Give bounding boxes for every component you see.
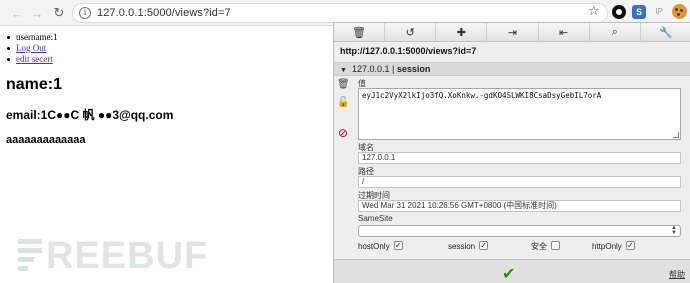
- undo-icon: ↺: [405, 27, 415, 39]
- save-checkmark-icon[interactable]: ✔: [502, 264, 515, 283]
- back-button[interactable]: ←: [8, 4, 26, 22]
- bookmark-star-icon[interactable]: ☆: [588, 3, 600, 19]
- text-line: aaaaaaaaaaaaa: [6, 134, 86, 146]
- cookie-value-text: eyJ1c2VyX2lkIjo3fQ.XoKnkw.-gdKO4SLWKI8Cs…: [362, 91, 602, 100]
- name-heading: name:1: [6, 76, 63, 93]
- httponly-label: httpOnly: [592, 242, 622, 251]
- url-text[interactable]: 127.0.0.1:5000/views?id=7: [97, 7, 231, 19]
- delete-cookie-icon[interactable]: 🗑: [337, 79, 350, 91]
- user-menu: username:1 Log Out edit secert: [6, 32, 57, 65]
- session-flag: session ✓: [448, 241, 489, 253]
- forward-button[interactable]: →: [28, 4, 46, 22]
- username-text: username:1: [16, 32, 58, 42]
- export-button[interactable]: ⇤: [539, 23, 590, 42]
- import-button[interactable]: ⇥: [487, 23, 539, 42]
- cookie-value-textarea[interactable]: eyJ1c2VyX2lkIjo3fQ.XoKnkw.-gdKO4SLWKI8Cs…: [358, 88, 681, 140]
- domain-field[interactable]: 127.0.0.1: [358, 152, 681, 164]
- menu-item-logout: Log Out: [6, 43, 57, 54]
- hostonly-label: hostOnly: [358, 242, 390, 251]
- email-heading: email:1C●●C 帆 ●●3@qq.com: [6, 108, 174, 122]
- select-arrows-icon: ▲ ▼: [671, 225, 677, 236]
- page-content: username:1 Log Out edit secert name:1 em…: [0, 26, 333, 283]
- site-info-icon[interactable]: i: [79, 7, 91, 19]
- secure-checkbox[interactable]: [551, 241, 560, 251]
- logout-link[interactable]: Log Out: [16, 43, 46, 53]
- hostonly-flag: hostOnly ✓: [358, 241, 403, 253]
- editor-footer: ✔ 帮助: [334, 259, 690, 283]
- extension-ip-icon[interactable]: IP: [652, 5, 666, 19]
- search-button[interactable]: ⌕: [590, 23, 641, 42]
- reload-icon: ↻: [53, 5, 65, 20]
- editor-toolbar: 🗑 ↺ ✚ ⇥ ⇤ ⌕ 🔧: [334, 23, 690, 42]
- watermark-text: REEBUF: [46, 234, 209, 277]
- reset-button[interactable]: ↺: [385, 23, 437, 42]
- help-link[interactable]: 帮助: [669, 269, 685, 280]
- back-arrow-icon: ←: [10, 5, 24, 21]
- block-icon[interactable]: ⊘: [337, 127, 349, 139]
- secure-flag: 安全: [531, 241, 560, 253]
- edit-secret-link[interactable]: edit secert: [16, 54, 53, 64]
- secure-label: 安全: [531, 242, 547, 251]
- delete-all-button[interactable]: 🗑: [334, 23, 386, 42]
- reload-button[interactable]: ↻: [50, 4, 68, 22]
- freebuf-logo-icon: [18, 237, 42, 275]
- plus-icon: ✚: [456, 27, 466, 39]
- session-checkbox[interactable]: ✓: [479, 241, 489, 251]
- resize-grip-icon[interactable]: [673, 132, 679, 138]
- trash-icon: 🗑: [352, 27, 367, 39]
- httponly-flag: httpOnly ✓: [592, 241, 635, 253]
- extension-s-icon[interactable]: S: [632, 5, 646, 19]
- cookie-section-header[interactable]: ▼ 127.0.0.1 | session: [334, 62, 690, 76]
- freebuf-watermark: REEBUF: [18, 234, 208, 278]
- session-label: session: [448, 242, 476, 251]
- httponly-checkbox[interactable]: ✓: [625, 241, 635, 251]
- add-cookie-button[interactable]: ✚: [436, 23, 488, 42]
- cookie-extension-icon[interactable]: [672, 4, 687, 19]
- expiry-field[interactable]: Wed Mar 31 2021 10:26:56 GMT+0800 (中国标准时…: [358, 200, 681, 212]
- cookie-editor-panel: 🗑 ↺ ✚ ⇥ ⇤ ⌕ 🔧 http://127.0.0.1:5000/view…: [333, 22, 690, 283]
- cookie-domain: 127.0.0.1: [351, 64, 390, 74]
- settings-button[interactable]: 🔧: [641, 23, 690, 42]
- hostonly-checkbox[interactable]: ✓: [393, 241, 403, 251]
- lock-icon[interactable]: 🔓: [337, 97, 349, 109]
- forward-arrow-icon: →: [30, 5, 44, 21]
- samesite-select[interactable]: ▲ ▼: [358, 225, 681, 237]
- extension-circle-icon[interactable]: [612, 5, 626, 19]
- menu-item-username: username:1: [6, 32, 57, 43]
- menu-item-edit-secret: edit secert: [6, 54, 57, 65]
- search-icon: ⌕: [611, 26, 618, 38]
- export-icon: ⇤: [559, 27, 569, 39]
- cookie-separator: |: [392, 64, 395, 74]
- collapse-triangle-icon[interactable]: ▼: [340, 65, 347, 77]
- cookie-flags: hostOnly ✓ session ✓ 安全 httpOnly ✓: [358, 241, 688, 253]
- path-field[interactable]: /: [358, 176, 681, 188]
- address-bar[interactable]: i 127.0.0.1:5000/views?id=7: [72, 3, 608, 23]
- samesite-label: SameSite: [358, 214, 393, 223]
- editor-address: http://127.0.0.1:5000/views?id=7: [340, 46, 477, 56]
- import-icon: ⇥: [507, 27, 518, 39]
- cookie-name: session: [396, 64, 431, 74]
- wrench-icon: 🔧: [659, 27, 673, 39]
